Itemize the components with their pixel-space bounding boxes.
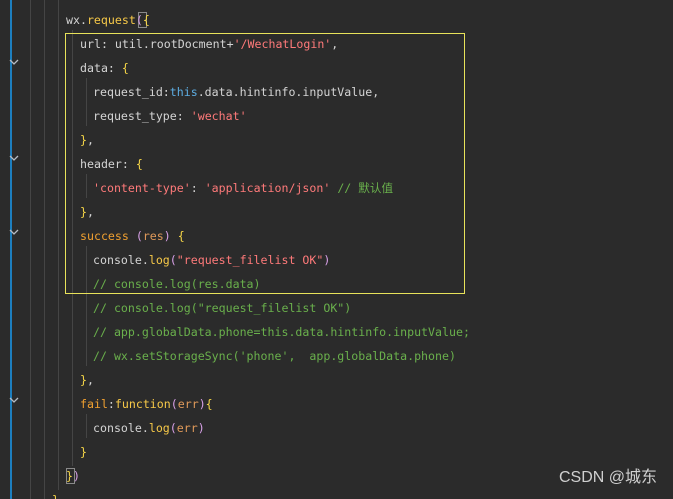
code-token: console. xyxy=(93,253,149,267)
code-token: "request_filelist OK" xyxy=(176,253,324,267)
gutter-change-indicator xyxy=(10,0,12,499)
code-token: err xyxy=(177,397,199,411)
code-token: console. xyxy=(93,421,149,435)
code-token: url: util.rootDocment+ xyxy=(80,37,234,51)
watermark: CSDN @城东 xyxy=(558,469,657,486)
code-token: ( xyxy=(135,13,143,27)
code-token: ( xyxy=(170,397,178,411)
code-line[interactable]: wx.request({ xyxy=(66,8,150,32)
fold-chevron-icon[interactable] xyxy=(8,152,20,164)
code-line[interactable]: url: util.rootDocment+'/WechatLogin', xyxy=(80,32,338,56)
code-token: : xyxy=(107,397,115,411)
code-token: { xyxy=(135,157,143,171)
code-line[interactable]: 'content-type': 'application/json' // 默认… xyxy=(93,176,393,200)
code-line[interactable]: // console.log("request_filelist OK") xyxy=(93,296,351,320)
code-token: { xyxy=(142,13,150,27)
indent-guide xyxy=(86,78,87,126)
code-line[interactable]: }, xyxy=(80,200,94,224)
code-line[interactable]: // wx.setStorageSync('phone', app.global… xyxy=(93,344,456,368)
code-token: { xyxy=(177,229,185,243)
code-line[interactable]: console.log("request_filelist OK") xyxy=(93,248,330,272)
code-token: , xyxy=(331,37,339,51)
code-line[interactable]: request_type: 'wechat' xyxy=(93,104,247,128)
code-token: ) xyxy=(163,229,178,243)
code-token: 'application/json' xyxy=(204,181,331,195)
code-token: ) xyxy=(323,253,331,267)
code-line[interactable]: success (res) { xyxy=(80,224,185,248)
code-token: log xyxy=(148,421,170,435)
code-line[interactable]: } xyxy=(80,440,87,464)
indent-guide xyxy=(44,0,45,499)
code-line[interactable]: header: { xyxy=(80,152,143,176)
code-token: // console.log("request_filelist OK") xyxy=(93,301,352,315)
code-token: wx. xyxy=(66,13,87,27)
code-token: } xyxy=(80,133,87,147)
code-token: data: xyxy=(80,61,122,75)
code-line[interactable]: // app.globalData.phone=this.data.hintin… xyxy=(93,320,470,344)
code-token: // 默认值 xyxy=(330,181,394,195)
code-token: ( xyxy=(135,229,143,243)
indent-guide xyxy=(86,246,87,366)
code-line[interactable]: fail:function(err){ xyxy=(80,392,213,416)
code-token: 'content-type' xyxy=(93,181,191,195)
indent-guide xyxy=(86,174,87,198)
code-token: // console.log(res.data) xyxy=(93,277,261,291)
code-token: // wx.setStorageSync('phone', app.global… xyxy=(93,349,456,363)
code-line[interactable]: }, xyxy=(80,128,94,152)
code-token: request_type: xyxy=(93,109,191,123)
code-token: , xyxy=(86,205,94,219)
indent-guide xyxy=(72,30,73,466)
code-token: this xyxy=(169,85,198,99)
code-token: } xyxy=(52,493,59,499)
code-token: : xyxy=(190,181,205,195)
fold-chevron-icon[interactable] xyxy=(8,56,20,68)
fold-chevron-icon[interactable] xyxy=(8,394,20,406)
code-token: fail xyxy=(80,397,108,411)
code-token: res xyxy=(142,229,164,243)
code-line[interactable]: }, xyxy=(80,368,94,392)
code-token: function xyxy=(114,397,171,411)
code-token: , xyxy=(86,373,94,387)
indent-guide xyxy=(86,414,87,438)
code-token: ( xyxy=(169,421,177,435)
code-token: ( xyxy=(169,253,177,267)
code-line[interactable]: // console.log(res.data) xyxy=(93,272,261,296)
code-token: '/WechatLogin' xyxy=(233,37,332,51)
code-token: } xyxy=(80,445,87,459)
code-token: // app.globalData.phone=this.data.hintin… xyxy=(93,325,470,339)
code-token: 'wechat' xyxy=(190,109,247,123)
indent-guide xyxy=(30,0,31,499)
code-line[interactable]: request_id:this.data.hintinfo.inputValue… xyxy=(93,80,379,104)
code-token: header: xyxy=(80,157,136,171)
indent-guide xyxy=(58,0,59,490)
code-token: } xyxy=(80,205,87,219)
code-editor[interactable]: wx.request({url: util.rootDocment+'/Wech… xyxy=(0,0,673,499)
code-token: } xyxy=(66,469,73,483)
code-line[interactable]: data: { xyxy=(80,56,129,80)
code-token: success xyxy=(80,229,136,243)
fold-chevron-icon[interactable] xyxy=(8,226,20,238)
code-token: ) xyxy=(72,469,80,483)
code-token: .data.hintinfo.inputValue, xyxy=(197,85,380,99)
code-line[interactable]: } xyxy=(52,488,59,499)
code-token: ) xyxy=(198,397,206,411)
code-token: , xyxy=(86,133,94,147)
code-token: request xyxy=(86,13,136,27)
code-token: request_id: xyxy=(93,85,170,99)
code-token: { xyxy=(205,397,213,411)
code-token: { xyxy=(121,61,129,75)
code-token: err xyxy=(176,421,198,435)
code-token: log xyxy=(148,253,170,267)
code-token: } xyxy=(80,373,87,387)
code-line[interactable]: }) xyxy=(66,464,80,488)
code-line[interactable]: console.log(err) xyxy=(93,416,205,440)
code-token: ) xyxy=(197,421,205,435)
